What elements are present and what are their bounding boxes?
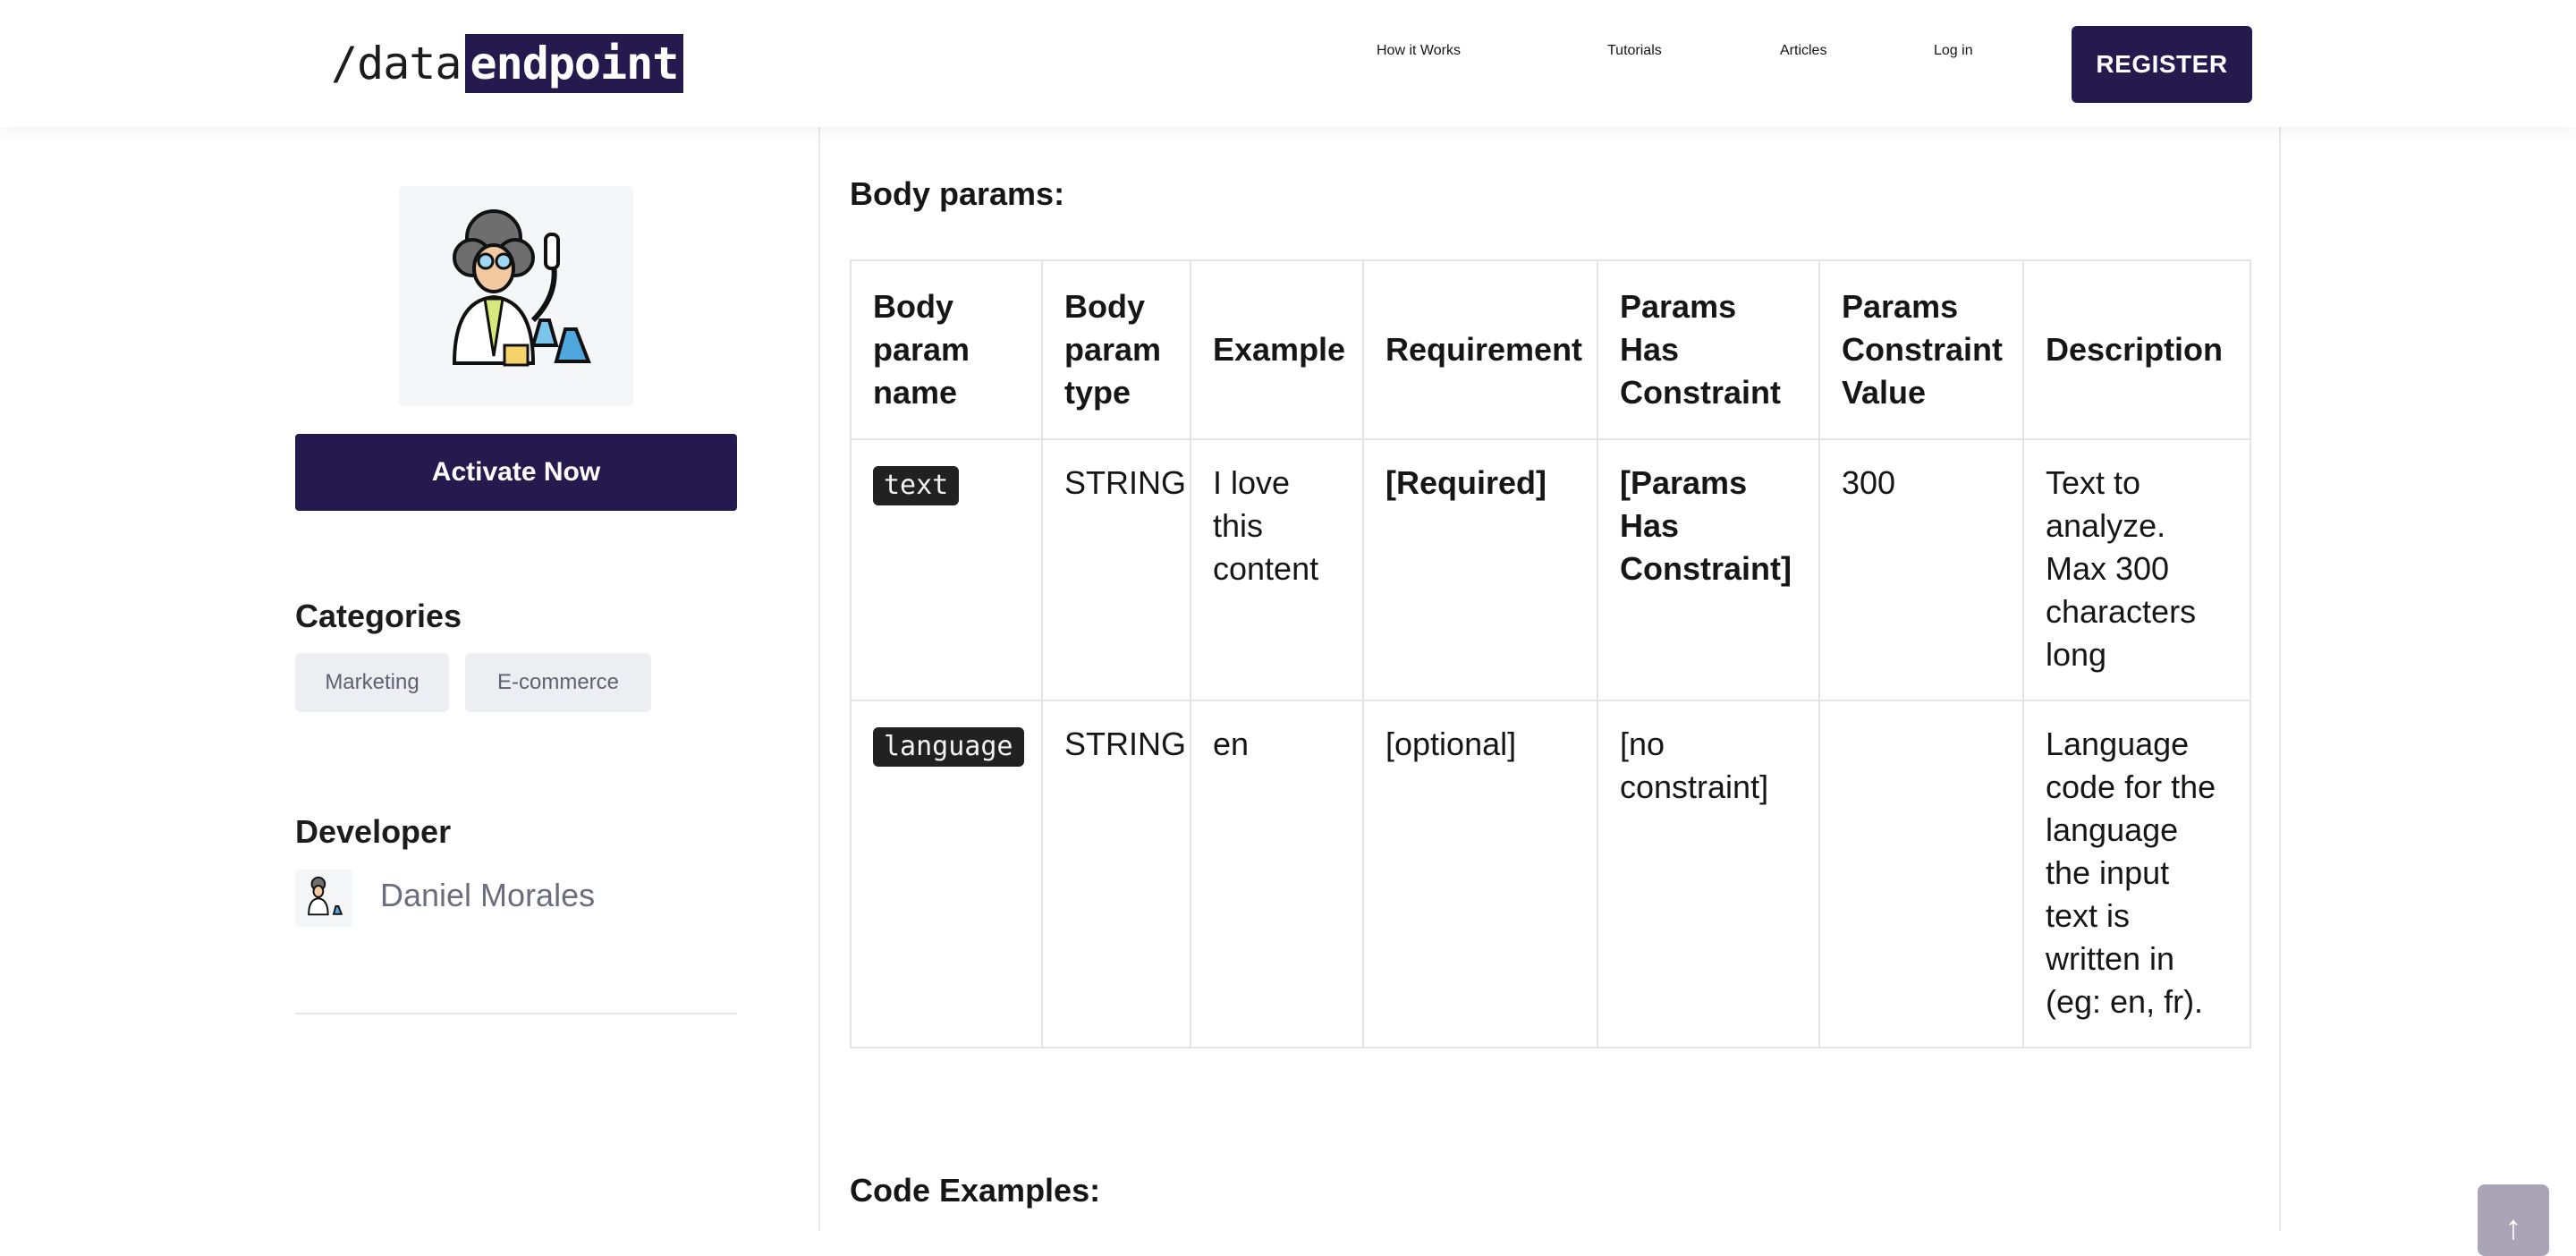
scroll-to-top-button[interactable]: ↑ bbox=[2478, 1184, 2549, 1256]
table-header-row: Body param name Body param type Example … bbox=[850, 259, 2251, 440]
register-button[interactable]: REGISTER bbox=[2072, 26, 2252, 103]
column-header: Requirement bbox=[1362, 259, 1598, 440]
param-example-cell: I love this content bbox=[1190, 438, 1364, 701]
nav-tutorials[interactable]: Tutorials bbox=[1607, 43, 1662, 59]
developer-name-link[interactable]: Daniel Morales bbox=[380, 877, 595, 914]
nav-how-it-works[interactable]: How it Works bbox=[1377, 43, 1461, 59]
logo-highlight: endpoint bbox=[464, 34, 684, 93]
category-chip-ecommerce[interactable]: E-commerce bbox=[465, 653, 651, 712]
nav-login[interactable]: Log in bbox=[1934, 43, 1973, 59]
param-constraint-cell: [no constraint] bbox=[1597, 700, 1820, 1048]
table-row: language STRING en [optional] [no constr… bbox=[850, 700, 2251, 1048]
param-name-cell: language bbox=[850, 700, 1043, 1048]
param-requirement-cell: [optional] bbox=[1362, 700, 1598, 1048]
developer-avatar[interactable] bbox=[295, 870, 352, 927]
column-header: Example bbox=[1190, 259, 1364, 440]
param-type-cell: STRING bbox=[1041, 700, 1191, 1048]
param-name-cell: text bbox=[850, 438, 1043, 701]
site-header: /data endpoint How it Works Tutorials Ar… bbox=[0, 0, 2576, 127]
nav-articles[interactable]: Articles bbox=[1780, 43, 1826, 59]
param-name-code: language bbox=[873, 727, 1024, 767]
param-constraint-value-cell bbox=[1818, 700, 2024, 1048]
api-avatar bbox=[399, 186, 633, 406]
sidebar-divider bbox=[295, 1013, 737, 1014]
param-example-cell: en bbox=[1190, 700, 1364, 1048]
body-params-table: Body param name Body param type Example … bbox=[850, 259, 2251, 1048]
column-header: Body param type bbox=[1041, 259, 1191, 440]
code-examples-title: Code Examples: bbox=[850, 1172, 1101, 1209]
param-type-cell: STRING bbox=[1041, 438, 1191, 701]
param-requirement-cell: [Required] bbox=[1362, 438, 1598, 701]
content-left-border bbox=[818, 127, 820, 1231]
param-name-code: text bbox=[873, 466, 960, 505]
logo-prefix: /data bbox=[331, 38, 462, 89]
arrow-up-icon: ↑ bbox=[2504, 1209, 2522, 1247]
param-constraint-value-cell: 300 bbox=[1818, 438, 2024, 701]
table-row: text STRING I love this content [Require… bbox=[850, 438, 2251, 701]
column-header: Params Constraint Value bbox=[1818, 259, 2024, 440]
param-constraint-cell: [Params Has Constraint] bbox=[1597, 438, 1820, 701]
scientist-avatar-icon bbox=[452, 209, 591, 367]
column-header: Description bbox=[2022, 259, 2251, 440]
column-header: Body param name bbox=[850, 259, 1043, 440]
activate-now-button[interactable]: Activate Now bbox=[295, 434, 737, 511]
site-logo[interactable]: /data endpoint bbox=[331, 34, 684, 93]
param-description-cell: Language code for the language the input… bbox=[2022, 700, 2251, 1048]
column-header: Params Has Constraint bbox=[1597, 259, 1820, 440]
content-right-border bbox=[2279, 127, 2281, 1231]
param-description-cell: Text to analyze. Max 300 characters long bbox=[2022, 438, 2251, 701]
body-params-title: Body params: bbox=[850, 175, 1065, 212]
category-chip-marketing[interactable]: Marketing bbox=[295, 653, 449, 712]
developer-heading: Developer bbox=[295, 813, 452, 850]
scientist-avatar-icon bbox=[308, 876, 343, 916]
categories-heading: Categories bbox=[295, 598, 462, 634]
